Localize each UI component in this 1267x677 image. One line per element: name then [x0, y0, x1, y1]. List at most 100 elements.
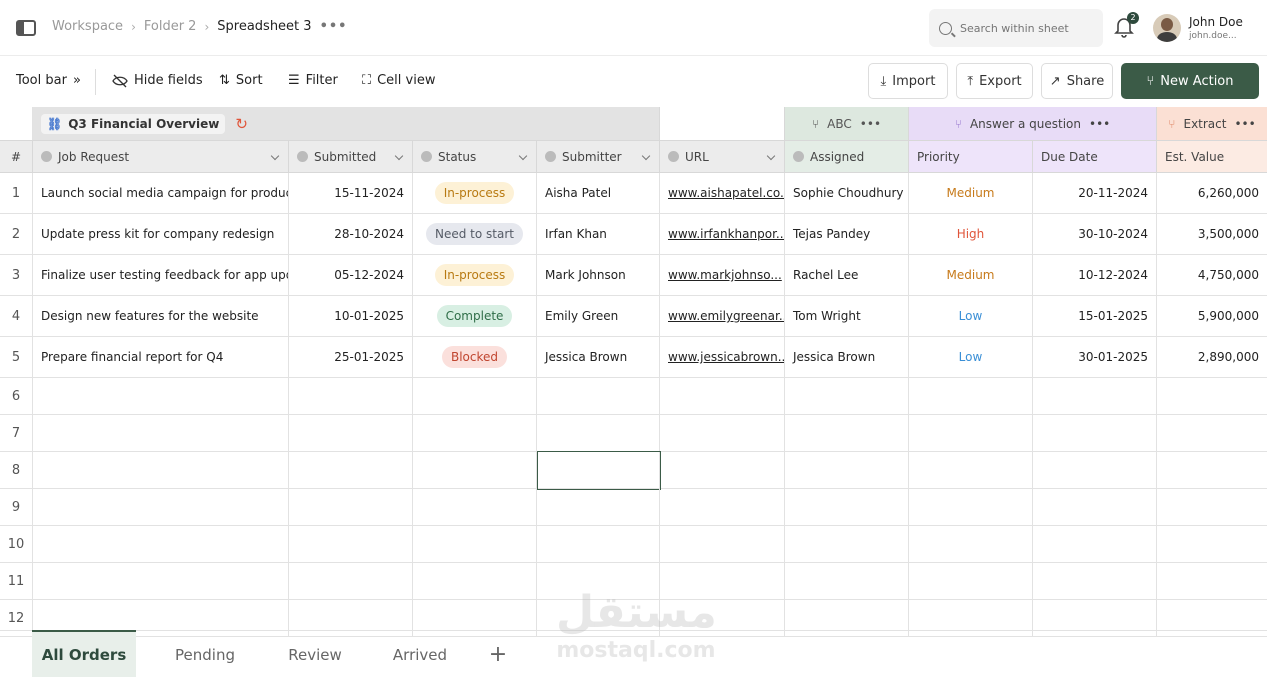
chevron-down-icon[interactable]	[394, 151, 404, 161]
empty-cell[interactable]	[413, 378, 537, 414]
band-answer[interactable]: ⑂ Answer a question •••	[909, 107, 1157, 140]
cell-status[interactable]: Blocked	[413, 337, 537, 377]
empty-cell[interactable]	[413, 526, 537, 562]
column-header-assigned[interactable]: Assigned	[785, 140, 909, 173]
cell-submitted[interactable]: 15-11-2024	[289, 173, 413, 213]
column-header-priority[interactable]: Priority	[909, 140, 1033, 173]
column-header-job-request[interactable]: Job Request	[33, 140, 289, 173]
empty-cell[interactable]	[537, 415, 660, 451]
empty-cell[interactable]	[413, 489, 537, 525]
empty-cell[interactable]	[33, 526, 289, 562]
band-extract[interactable]: ⑂ Extract •••	[1157, 107, 1267, 140]
empty-cell[interactable]	[33, 452, 289, 488]
cell-submitter[interactable]: Emily Green	[537, 296, 660, 336]
cell-value[interactable]: 2,890,000	[1157, 337, 1267, 377]
empty-cell[interactable]	[413, 563, 537, 599]
empty-cell[interactable]	[1157, 526, 1267, 562]
empty-cell[interactable]	[785, 489, 909, 525]
cell-status[interactable]: Complete	[413, 296, 537, 336]
cell-job[interactable]: Launch social media campaign for product…	[33, 173, 289, 213]
empty-cell[interactable]	[660, 452, 785, 488]
empty-cell[interactable]	[785, 452, 909, 488]
cell-url[interactable]: www.aishapatel.co...	[660, 173, 785, 213]
cell-view-button[interactable]: ⛶ Cell view	[362, 73, 435, 88]
table-row[interactable]: 7	[0, 415, 1267, 452]
empty-cell[interactable]	[1157, 415, 1267, 451]
cell-url[interactable]: www.markjohnso...	[660, 255, 785, 295]
empty-cell[interactable]	[660, 378, 785, 414]
empty-cell[interactable]	[909, 378, 1033, 414]
tab-all-orders[interactable]: All Orders	[32, 630, 136, 677]
url-link[interactable]: www.emilygreenar...	[668, 309, 784, 323]
chevron-down-icon[interactable]	[270, 151, 280, 161]
empty-cell[interactable]	[1157, 563, 1267, 599]
empty-cell[interactable]	[289, 489, 413, 525]
url-link[interactable]: www.irfankhanpor...	[668, 227, 784, 241]
empty-cell[interactable]	[909, 563, 1033, 599]
column-header-due-date[interactable]: Due Date	[1033, 140, 1157, 173]
cell-value[interactable]: 5,900,000	[1157, 296, 1267, 336]
chevron-down-icon[interactable]	[766, 151, 776, 161]
empty-cell[interactable]	[1157, 378, 1267, 414]
selected-cell[interactable]	[537, 451, 661, 490]
empty-cell[interactable]	[1033, 563, 1157, 599]
empty-cell[interactable]	[289, 563, 413, 599]
column-header-url[interactable]: URL	[660, 140, 785, 173]
refresh-icon[interactable]: ↻	[235, 115, 248, 133]
empty-cell[interactable]	[1157, 489, 1267, 525]
chevron-down-icon[interactable]	[518, 151, 528, 161]
cell-priority[interactable]: Medium	[909, 255, 1033, 295]
cell-due[interactable]: 10-12-2024	[1033, 255, 1157, 295]
empty-cell[interactable]	[909, 489, 1033, 525]
tab-pending[interactable]: Pending	[160, 631, 250, 677]
cell-job[interactable]: Finalize user testing feedback for app u…	[33, 255, 289, 295]
cell-submitted[interactable]: 28-10-2024	[289, 214, 413, 254]
cell-submitted[interactable]: 25-01-2025	[289, 337, 413, 377]
more-options-icon[interactable]: •••	[320, 19, 348, 34]
empty-cell[interactable]	[909, 415, 1033, 451]
cell-priority[interactable]: Low	[909, 337, 1033, 377]
empty-cell[interactable]	[289, 415, 413, 451]
table-row[interactable]: 3 Finalize user testing feedback for app …	[0, 255, 1267, 296]
empty-cell[interactable]	[1033, 489, 1157, 525]
cell-submitter[interactable]: Irfan Khan	[537, 214, 660, 254]
empty-cell[interactable]	[413, 415, 537, 451]
new-action-button[interactable]: ⑂ New Action	[1121, 63, 1259, 99]
empty-cell[interactable]	[660, 489, 785, 525]
empty-cell[interactable]	[33, 563, 289, 599]
url-link[interactable]: www.jessicabrown...	[668, 350, 784, 364]
cell-assigned[interactable]: Tejas Pandey	[785, 214, 909, 254]
sidebar-toggle-icon[interactable]	[16, 20, 36, 36]
url-link[interactable]: www.aishapatel.co...	[668, 186, 784, 200]
cell-assigned[interactable]: Tom Wright	[785, 296, 909, 336]
tab-arrived[interactable]: Arrived	[384, 631, 456, 677]
more-options-icon[interactable]: •••	[860, 117, 881, 131]
empty-cell[interactable]	[909, 526, 1033, 562]
add-tab-button[interactable]: +	[482, 631, 514, 677]
empty-cell[interactable]	[1033, 526, 1157, 562]
import-button[interactable]: ⤓ Import	[868, 63, 948, 99]
cell-status[interactable]: In-process	[413, 255, 537, 295]
table-row[interactable]: 10	[0, 526, 1267, 563]
cell-job[interactable]: Update press kit for company redesign	[33, 214, 289, 254]
url-link[interactable]: www.markjohnso...	[668, 268, 782, 282]
empty-cell[interactable]	[413, 452, 537, 488]
cell-submitter[interactable]: Jessica Brown	[537, 337, 660, 377]
cell-priority[interactable]: Medium	[909, 173, 1033, 213]
column-header-submitted[interactable]: Submitted	[289, 140, 413, 173]
cell-status[interactable]: In-process	[413, 173, 537, 213]
cell-submitter[interactable]: Aisha Patel	[537, 173, 660, 213]
cell-value[interactable]: 4,750,000	[1157, 255, 1267, 295]
empty-cell[interactable]	[537, 526, 660, 562]
empty-cell[interactable]	[289, 378, 413, 414]
empty-cell[interactable]	[1157, 452, 1267, 488]
column-header-status[interactable]: Status	[413, 140, 537, 173]
cell-job[interactable]: Design new features for the website	[33, 296, 289, 336]
empty-cell[interactable]	[660, 415, 785, 451]
group-chip[interactable]: ⛓ Q3 Financial Overview	[41, 113, 226, 134]
cell-submitted[interactable]: 05-12-2024	[289, 255, 413, 295]
empty-cell[interactable]	[1033, 415, 1157, 451]
share-button[interactable]: ↗ Share	[1041, 63, 1113, 99]
search-box[interactable]	[929, 9, 1103, 47]
table-row[interactable]: 1 Launch social media campaign for produc…	[0, 173, 1267, 214]
